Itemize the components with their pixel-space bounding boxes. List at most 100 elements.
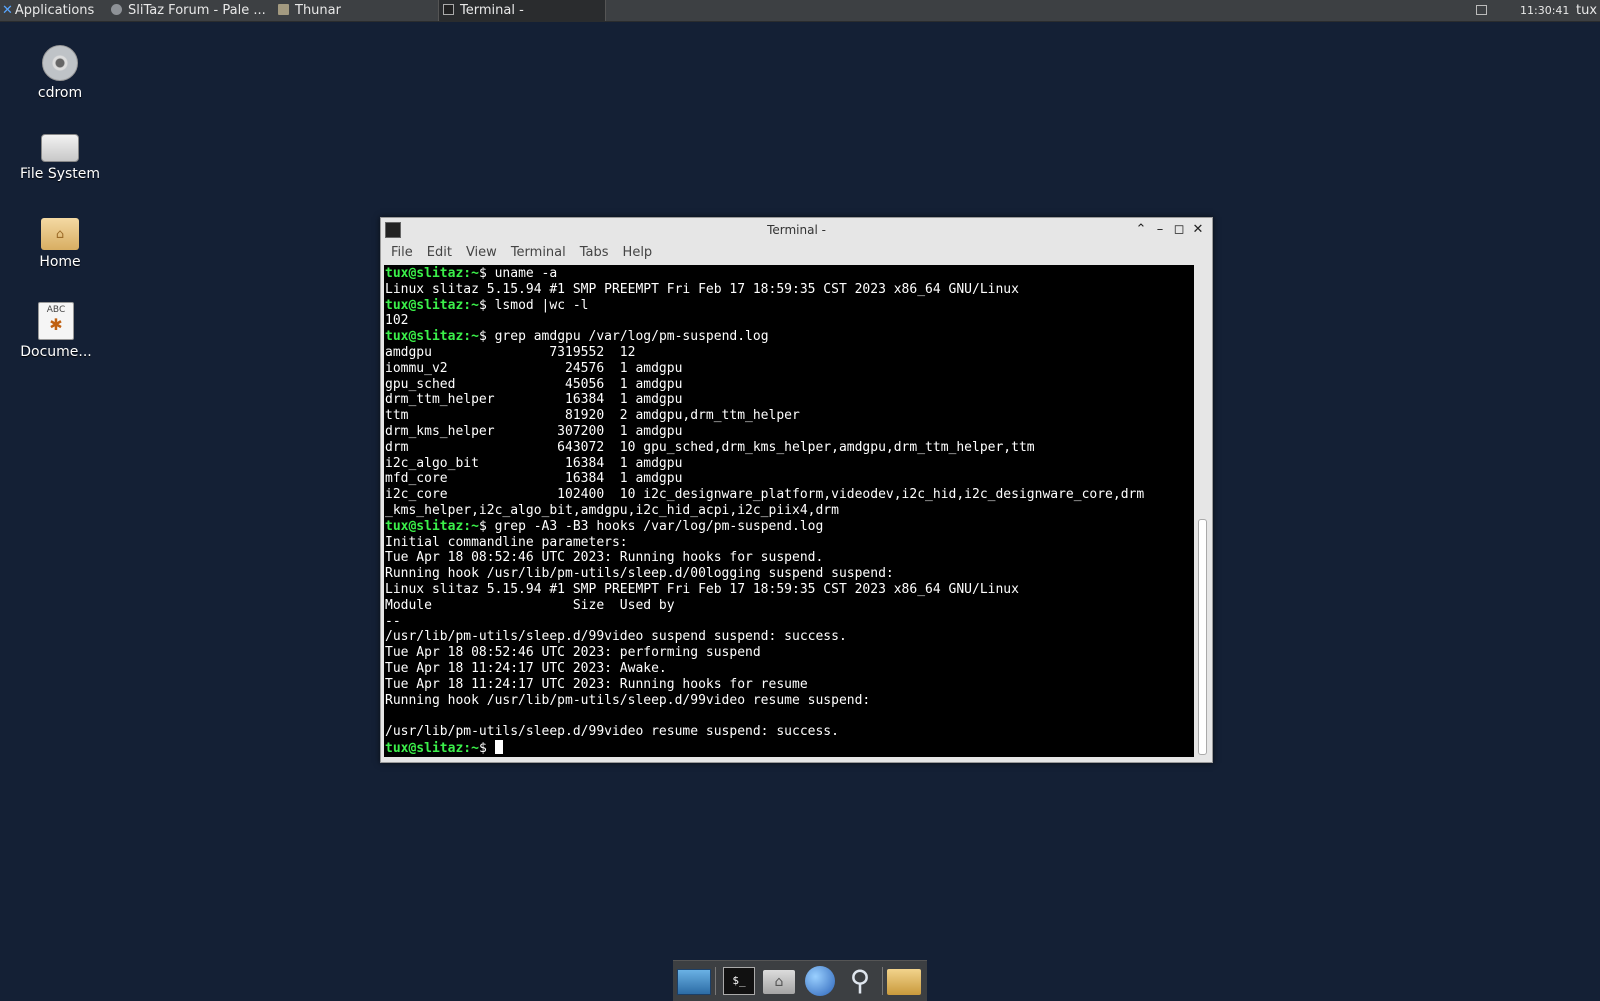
close-button[interactable]: ✕: [1189, 220, 1207, 240]
menu-terminal[interactable]: Terminal: [511, 242, 566, 264]
shell-prompt: tux@slitaz: [385, 740, 464, 756]
minimize-button[interactable]: –: [1151, 220, 1169, 240]
menu-view[interactable]: View: [466, 242, 497, 264]
desktop-icon-documents[interactable]: ABC ✱ Docume...: [8, 300, 104, 360]
terminal-output-line: Tue Apr 18 08:52:46 UTC 2023: Running ho…: [385, 550, 824, 566]
task-label: SliTaz Forum - Pale ...: [128, 3, 266, 18]
terminal-output-line: ttm 81920 2 amdgpu,drm_ttm_helper: [385, 408, 800, 424]
applications-label: Applications: [14, 3, 95, 18]
maximize-button[interactable]: ◻: [1170, 220, 1188, 240]
shell-prompt-suffix: :~$: [463, 518, 487, 534]
terminal-output-line: _kms_helper,i2c_algo_bit,amdgpu,i2c_hid_…: [385, 502, 839, 518]
terminal-output-line: Running hook /usr/lib/pm-utils/sleep.d/9…: [385, 692, 871, 708]
command-text: grep amdgpu /var/log/pm-suspend.log: [486, 329, 769, 345]
terminal-command-line: tux@slitaz:~$: [385, 739, 503, 756]
menu-file[interactable]: File: [391, 242, 413, 264]
top-panel: ✕ Applications SliTaz Forum - Pale ... Th…: [0, 0, 1600, 22]
terminal-glyph: $_: [723, 967, 755, 995]
command-text: grep -A3 -B3 hooks /var/log/pm-suspend.l…: [486, 518, 824, 534]
shell-prompt: tux@slitaz: [385, 518, 464, 534]
web-browser-icon[interactable]: [803, 965, 837, 997]
document-icon-text: ABC: [46, 305, 66, 315]
desktop-icon-cdrom[interactable]: cdrom: [12, 42, 108, 101]
terminal-output-line: drm_kms_helper 307200 1 amdgpu: [385, 423, 683, 439]
folder-icon: [278, 4, 289, 15]
window-title: Terminal -: [767, 223, 826, 237]
globe-icon: [111, 4, 122, 15]
terminal-command-line: tux@slitaz:~$ grep amdgpu /var/log/pm-su…: [385, 329, 769, 344]
file-manager-icon[interactable]: [887, 965, 921, 997]
terminal-launcher-icon[interactable]: $_: [721, 965, 755, 997]
document-icon: ABC ✱: [38, 302, 74, 340]
shade-button[interactable]: ⌃: [1132, 220, 1150, 240]
terminal-output-line: Running hook /usr/lib/pm-utils/sleep.d/0…: [385, 566, 894, 582]
dock-separator: [715, 967, 716, 995]
terminal-output-line: /usr/lib/pm-utils/sleep.d/99video resume…: [385, 724, 839, 740]
desktop-icon-label: cdrom: [37, 85, 83, 101]
cdrom-icon: [42, 45, 78, 81]
terminal-output[interactable]: tux@slitaz:~$ uname -a Linux slitaz 5.15…: [384, 265, 1194, 757]
shell-prompt-suffix: :~$: [463, 740, 487, 756]
terminal-output-line: Linux slitaz 5.15.94 #1 SMP PREEMPT Fri …: [385, 281, 1019, 297]
desktop-icon-label: File System: [19, 166, 101, 182]
desktop-icon-home[interactable]: ⌂ Home: [12, 214, 108, 270]
home-launcher-icon[interactable]: ⌂: [763, 965, 797, 997]
terminal-text: tux@slitaz:~$ uname -a Linux slitaz 5.15…: [384, 265, 1194, 757]
terminal-output-line: mfd_core 16384 1 amdgpu: [385, 471, 683, 487]
shell-prompt: tux@slitaz: [385, 329, 464, 345]
text-cursor: [494, 739, 503, 754]
shell-prompt-suffix: :~$: [463, 297, 487, 313]
terminal-output-line: Linux slitaz 5.15.94 #1 SMP PREEMPT Fri …: [385, 581, 1019, 597]
command-text: uname -a: [486, 266, 558, 281]
terminal-output-line: 102: [385, 313, 409, 329]
terminal-command-line: tux@slitaz:~$ lsmod |wc -l: [385, 298, 589, 313]
command-text: [487, 741, 495, 756]
user-name[interactable]: tux: [1576, 0, 1600, 21]
terminal-command-line: tux@slitaz:~$ grep -A3 -B3 hooks /var/lo…: [385, 519, 823, 534]
menu-tabs[interactable]: Tabs: [580, 242, 609, 264]
terminal-output-line: i2c_algo_bit 16384 1 amdgpu: [385, 455, 683, 471]
terminal-scrollbar[interactable]: [1194, 265, 1209, 757]
terminal-output-line: Module Size Used by: [385, 597, 675, 613]
applications-menu-button[interactable]: ✕ Applications: [0, 0, 104, 21]
terminal-output-line: gpu_sched 45056 1 amdgpu: [385, 376, 683, 392]
desktop-icon-label: Home: [39, 254, 81, 270]
terminal-window[interactable]: Terminal - ⌃ – ◻ ✕ File Edit View Terminal T…: [380, 217, 1213, 763]
taskbar-item-thunar[interactable]: Thunar: [274, 0, 434, 21]
taskbar-item-terminal[interactable]: Terminal -: [438, 0, 606, 21]
terminal-output-line: /usr/lib/pm-utils/sleep.d/99video suspen…: [385, 629, 847, 645]
window-titlebar[interactable]: Terminal - ⌃ – ◻ ✕: [381, 218, 1212, 242]
terminal-icon: [443, 4, 454, 15]
scrollbar-thumb[interactable]: [1198, 519, 1207, 755]
terminal-output-line: Initial commandline parameters:: [385, 534, 628, 550]
show-desktop-icon[interactable]: [677, 965, 711, 997]
terminal-output-line: iommu_v2 24576 1 amdgpu: [385, 360, 683, 376]
drive-icon: [41, 134, 79, 162]
terminal-output-line: drm 643072 10 gpu_sched,drm_kms_helper,a…: [385, 439, 1035, 455]
shell-prompt: tux@slitaz: [385, 266, 464, 281]
bottom-dock: $_ ⌂ ⚲: [673, 960, 927, 1001]
shell-prompt-suffix: :~$: [463, 266, 487, 281]
shell-prompt-suffix: :~$: [463, 329, 487, 345]
dock-separator: [882, 967, 883, 995]
home-folder-icon: ⌂: [41, 218, 79, 250]
desktop-icon-label: Docume...: [20, 344, 92, 360]
terminal-output-line: Tue Apr 18 11:24:17 UTC 2023: Running ho…: [385, 676, 808, 692]
menu-help[interactable]: Help: [623, 242, 653, 264]
shell-prompt: tux@slitaz: [385, 297, 464, 313]
terminal-command-line: tux@slitaz:~$ uname -a: [385, 266, 557, 281]
terminal-output-line: i2c_core 102400 10 i2c_designware_platfo…: [385, 487, 1145, 503]
terminal-output-line: Tue Apr 18 11:24:17 UTC 2023: Awake.: [385, 660, 667, 676]
task-label: Thunar: [295, 3, 341, 18]
terminal-output-line: Tue Apr 18 08:52:46 UTC 2023: performing…: [385, 645, 761, 661]
terminal-output-line: drm_ttm_helper 16384 1 amdgpu: [385, 392, 683, 408]
terminal-output-line: amdgpu 7319552 12: [385, 344, 636, 360]
menu-bar: File Edit View Terminal Tabs Help: [381, 242, 1212, 264]
taskbar-item-forum[interactable]: SliTaz Forum - Pale ...: [107, 0, 271, 21]
tray-window-icon[interactable]: [1476, 0, 1490, 21]
menu-edit[interactable]: Edit: [427, 242, 452, 264]
search-icon[interactable]: ⚲: [843, 965, 877, 997]
clock[interactable]: 11:30:41: [1520, 0, 1570, 21]
desktop-icon-file-system[interactable]: File System: [12, 128, 108, 182]
xfce-logo-icon: ✕: [2, 3, 13, 18]
